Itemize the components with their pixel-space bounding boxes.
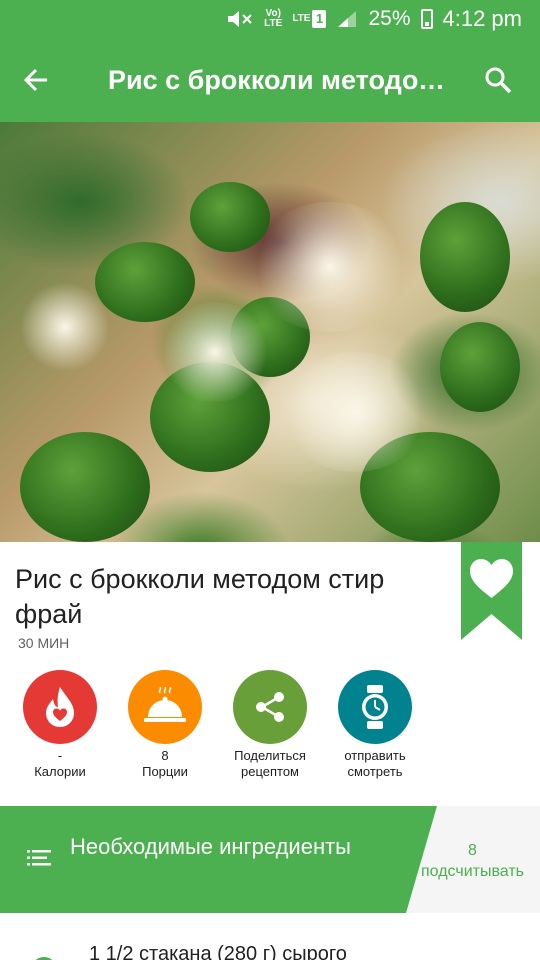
send-to-watch-action[interactable]: отправить смотреть	[320, 670, 430, 780]
status-bar: Vo) LTE LTE 1 25% 4:12 pm	[0, 0, 540, 38]
calories-circle	[23, 670, 97, 744]
ingredients-count-value: 8	[468, 842, 477, 859]
photo-rice	[250, 202, 410, 332]
battery-percent: 25%	[368, 7, 411, 30]
recipe-actions: - Калории 8 Порции Поделиться рецептом о…	[0, 670, 540, 790]
ingredient-item[interactable]: 1 1/2 стакана (280 г) сырого	[0, 913, 540, 960]
share-icon	[256, 692, 284, 722]
ingredients-header: Необходимые ингредиенты 8 подсчитывать	[0, 806, 540, 913]
page-title: Рис с брокколи методом стир фрай	[108, 65, 448, 95]
photo-rice	[160, 302, 270, 402]
search-button[interactable]	[476, 58, 520, 102]
calories-label: Калории	[34, 764, 86, 779]
photo-broccoli	[440, 322, 520, 412]
search-icon	[485, 67, 512, 94]
list-icon	[27, 850, 51, 866]
servings-label: Порции	[142, 764, 188, 779]
servings-action[interactable]: 8 Порции	[110, 670, 220, 780]
ingredients-counter[interactable]: 8 подсчитывать	[410, 840, 535, 882]
cook-time: 30 МИН	[18, 635, 70, 651]
ingredient-text: 1 1/2 стакана (280 г) сырого	[89, 943, 347, 960]
watch-label: отправить смотреть	[344, 748, 406, 779]
app-bar: Рис с брокколи методом стир фрай	[0, 38, 540, 122]
serving-dish-icon	[144, 687, 186, 722]
ingredients-title: Необходимые ингредиенты	[70, 834, 351, 859]
back-arrow-icon	[23, 68, 47, 92]
photo-broccoli	[20, 432, 150, 542]
signal-icon	[338, 11, 357, 27]
photo-broccoli	[420, 202, 510, 312]
calories-icon	[46, 687, 74, 727]
battery-icon	[420, 9, 433, 29]
servings-circle	[128, 670, 202, 744]
status-icons: Vo) LTE LTE 1 25% 4:12 pm	[226, 0, 522, 38]
back-button[interactable]	[14, 58, 58, 102]
favorite-button[interactable]	[461, 542, 522, 640]
smartwatch-icon	[362, 685, 388, 729]
lte-indicator: LTE 1	[292, 10, 327, 28]
share-circle	[233, 670, 307, 744]
mute-icon	[228, 11, 252, 27]
recipe-photo	[0, 122, 540, 542]
recipe-title: Рис с брокколи методом стир фрай	[15, 564, 385, 629]
calories-action[interactable]: - Калории	[5, 670, 115, 780]
network-type: LTE	[292, 13, 311, 24]
share-label: Поделиться рецептом	[234, 748, 306, 779]
ingredients-count-label: подсчитывать	[421, 863, 524, 880]
clock: 4:12 pm	[442, 6, 523, 31]
sim-icon: 1	[312, 10, 327, 28]
watch-circle	[338, 670, 412, 744]
photo-rice	[20, 282, 110, 372]
volte-indicator: Vo) LTE	[264, 8, 283, 29]
servings-value: 8	[161, 748, 169, 763]
photo-broccoli	[95, 242, 195, 322]
share-recipe-action[interactable]: Поделиться рецептом	[215, 670, 325, 780]
calories-value: -	[57, 748, 63, 763]
photo-rice	[280, 352, 430, 472]
